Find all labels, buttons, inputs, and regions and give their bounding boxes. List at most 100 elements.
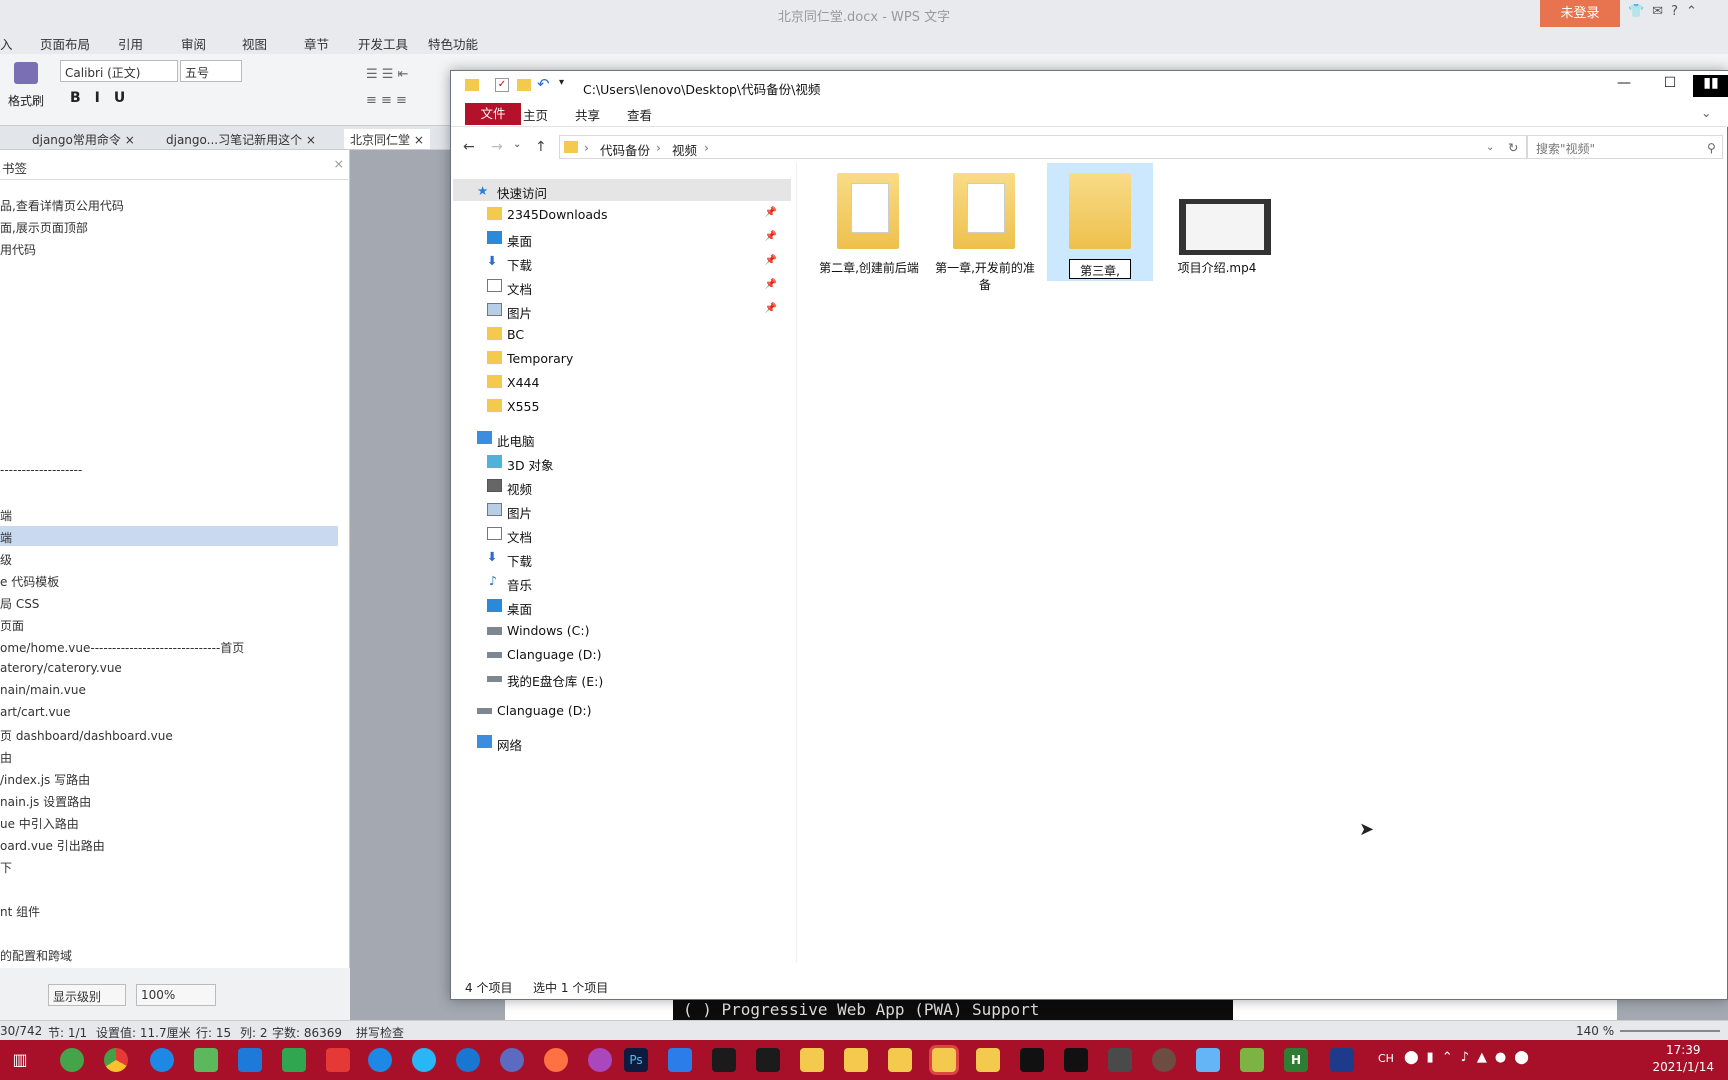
task-view-icon[interactable]: ▥ [8, 1048, 32, 1072]
nav-item[interactable]: 用代码 [0, 238, 338, 258]
file-explorer-icon[interactable] [976, 1048, 1000, 1072]
nav-item[interactable]: 页 dashboard/dashboard.vue [0, 724, 338, 744]
nav-item[interactable]: aterory/caterory.vue [0, 658, 338, 678]
font-style-buttons[interactable]: BIU [70, 90, 139, 106]
login-button[interactable]: 未登录 [1540, 0, 1620, 27]
tree-item[interactable]: 3D 对象 [453, 451, 791, 473]
nav-item[interactable]: 页面 [0, 614, 338, 634]
file-explorer-icon[interactable] [844, 1048, 868, 1072]
search-input[interactable]: 搜索"视频" [1527, 135, 1723, 159]
app-icon[interactable] [326, 1048, 350, 1072]
format-painter-icon[interactable] [14, 62, 38, 84]
tree-this-pc[interactable]: 此电脑 [453, 427, 791, 449]
firefox-icon[interactable] [544, 1048, 568, 1072]
tab-home[interactable]: 主页 [523, 105, 548, 124]
zoom-level[interactable]: 140 % [1576, 1024, 1614, 1038]
pycharm-icon[interactable] [756, 1048, 780, 1072]
tree-item[interactable]: 我的E盘仓库 (E:) [453, 667, 791, 689]
properties-icon[interactable]: ✓ [495, 78, 509, 92]
close-button[interactable]: ▮▮ [1693, 75, 1728, 97]
nav-item[interactable]: nain/main.vue [0, 680, 338, 700]
app-icon[interactable] [1108, 1048, 1132, 1072]
nav-item[interactable]: 局 CSS [0, 592, 338, 612]
menu-item-reference[interactable]: 引用 [118, 34, 143, 53]
tree-item[interactable]: ♪ 音乐 [453, 571, 791, 593]
nav-item[interactable]: ome/home.vue----------------------------… [0, 636, 338, 656]
nav-item-selected[interactable]: 端 [0, 526, 338, 546]
tree-item[interactable]: X555 [453, 395, 791, 417]
tab-view[interactable]: 查看 [627, 105, 652, 124]
notepad-icon[interactable] [194, 1048, 218, 1072]
spell-check-toggle[interactable]: 拼写检查 [356, 1024, 404, 1041]
tree-item[interactable]: ⬇ 下载 [453, 547, 791, 569]
nav-item[interactable]: nt 组件 [0, 900, 338, 920]
tree-item[interactable]: 2345Downloads 📌 [453, 203, 791, 225]
file-explorer-icon[interactable] [888, 1048, 912, 1072]
file-explorer-active-icon[interactable] [932, 1048, 956, 1072]
app-icon[interactable] [1240, 1048, 1264, 1072]
tree-item[interactable]: 文档 📌 [453, 275, 791, 297]
paragraph-buttons[interactable]: ☰ ☰ ⇤ ≡ ≡ ≡ [366, 62, 446, 112]
customize-qat-icon[interactable]: ▾ [559, 77, 564, 88]
tree-item[interactable]: 桌面 📌 [453, 227, 791, 249]
wps-title-controls[interactable]: 👕✉?⌃ [1628, 4, 1705, 19]
file-explorer-icon[interactable] [800, 1048, 824, 1072]
tree-item[interactable]: ⬇ 下载 📌 [453, 251, 791, 273]
address-bar[interactable]: › 代码备份 › 视频 › ⌄ ↻ [559, 135, 1527, 159]
zoom-slider[interactable] [1620, 1030, 1720, 1032]
forward-arrow-icon[interactable]: → [491, 139, 503, 155]
tree-item[interactable]: BC [453, 323, 791, 345]
up-arrow-icon[interactable]: ↑ [535, 139, 547, 155]
photoshop-icon[interactable]: Ps [624, 1048, 648, 1072]
menu-item-view[interactable]: 视图 [242, 34, 267, 53]
tree-drive-d[interactable]: Clanguage (D:) [453, 699, 791, 721]
minimize-button[interactable]: — [1601, 75, 1647, 97]
app-icon[interactable] [1196, 1048, 1220, 1072]
terminal-icon[interactable] [1020, 1048, 1044, 1072]
ime-indicator[interactable]: CH [1378, 1052, 1394, 1065]
vscode-insiders-icon[interactable] [282, 1048, 306, 1072]
nav-item[interactable]: oard.vue 引出路由 [0, 834, 338, 854]
breadcrumb-code-backup[interactable]: 代码备份 [600, 140, 650, 159]
app-icon[interactable] [588, 1048, 612, 1072]
taskbar-clock[interactable]: 17:39 2021/1/14 [1652, 1042, 1714, 1076]
tree-network[interactable]: 网络 [453, 731, 791, 753]
tree-item[interactable]: Temporary [453, 347, 791, 369]
file-item-folder-chapter1[interactable]: 第一章,开发前的准备 [931, 163, 1039, 292]
file-item-folder-chapter3-selected[interactable]: 第三章, [1047, 163, 1153, 281]
back-arrow-icon[interactable]: ← [463, 139, 475, 155]
nav-item[interactable]: ------------------- [0, 460, 338, 480]
menu-item-features[interactable]: 特色功能 [428, 34, 478, 53]
nav-item[interactable]: /index.js 写路由 [0, 768, 338, 788]
nav-zoom-select[interactable]: 100% [136, 984, 216, 1006]
tree-item[interactable]: 图片 [453, 499, 791, 521]
font-size-select[interactable]: 五号 [180, 60, 242, 82]
close-icon[interactable]: × [334, 156, 344, 171]
edge-icon[interactable] [412, 1048, 436, 1072]
font-name-select[interactable]: Calibri (正文) [60, 60, 178, 82]
nav-item[interactable]: 端 [0, 504, 338, 524]
nav-item[interactable]: 下 [0, 856, 338, 876]
tree-item[interactable]: Clanguage (D:) [453, 643, 791, 665]
wps-writer-icon[interactable] [668, 1048, 692, 1072]
nav-item[interactable]: 的配置和跨域 [0, 944, 338, 964]
file-item-video[interactable]: 项目介绍.mp4 [1163, 163, 1271, 283]
pycharm-icon[interactable] [712, 1048, 736, 1072]
browser-icon[interactable] [150, 1048, 174, 1072]
system-tray-icons[interactable]: ⬤▮⌃♪▲●⬤ [1404, 1050, 1537, 1065]
terminal-icon[interactable] [1064, 1048, 1088, 1072]
new-folder-icon[interactable] [517, 79, 531, 91]
recorder-icon[interactable] [1330, 1048, 1354, 1072]
ie-icon[interactable] [368, 1048, 392, 1072]
breadcrumb-separator-icon[interactable]: › [704, 140, 709, 155]
tree-item[interactable]: Windows (C:) [453, 619, 791, 641]
app-icon[interactable] [500, 1048, 524, 1072]
breadcrumb-videos[interactable]: 视频 [672, 140, 697, 159]
nav-item[interactable]: art/cart.vue [0, 702, 338, 722]
app-360-icon[interactable] [60, 1048, 84, 1072]
search-icon[interactable]: ⚲ [1707, 141, 1716, 155]
address-dropdown-icon[interactable]: ⌄ [1486, 142, 1494, 153]
breadcrumb-separator-icon[interactable]: › [584, 140, 589, 155]
nav-item[interactable]: nain.js 设置路由 [0, 790, 338, 810]
tree-item[interactable]: X444 [453, 371, 791, 393]
